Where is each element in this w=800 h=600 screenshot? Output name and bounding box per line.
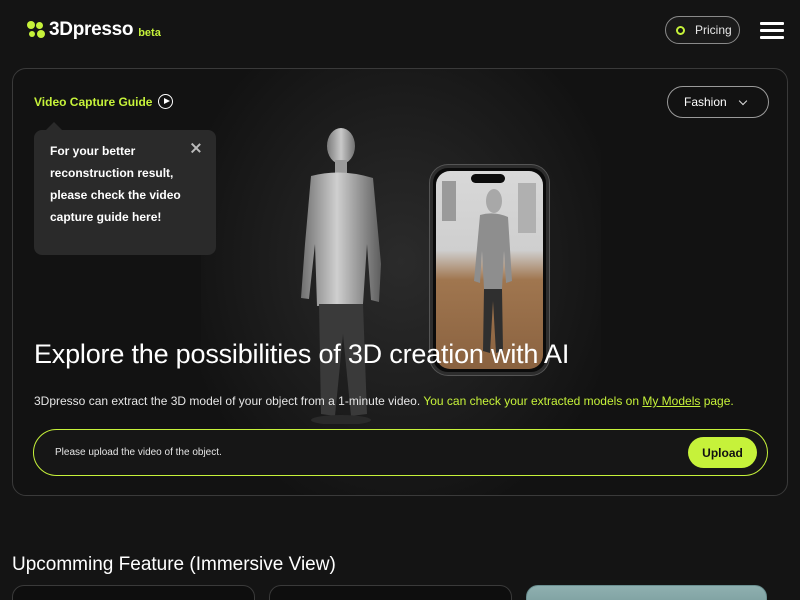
guide-link-label: Video Capture Guide [34, 94, 153, 109]
logo-name: 3Dpresso [49, 19, 134, 40]
mannequin-3d-model [301, 128, 381, 424]
upload-bar[interactable]: Please upload the video of the object. U… [33, 429, 768, 476]
upload-placeholder: Please upload the video of the object. [55, 447, 222, 458]
hero-title: Explore the possibilities of 3D creation… [34, 339, 570, 369]
hero-desc-suffix: page. [700, 394, 734, 408]
pricing-label: Pricing [695, 23, 732, 37]
capture-guide-tooltip: For your better reconstruction result, p… [34, 122, 216, 255]
phone-notch [471, 174, 505, 183]
hero-desc-text: 3Dpresso can extract the 3D model of you… [34, 394, 424, 408]
play-circle-icon [158, 94, 174, 109]
tooltip-text: For your better reconstruction result, p… [50, 144, 181, 224]
feature-card[interactable] [526, 585, 767, 600]
hero-description: 3Dpresso can extract the 3D model of you… [34, 394, 734, 408]
feature-card[interactable] [269, 585, 512, 600]
logo[interactable]: 3Dpresso beta [27, 19, 161, 41]
chevron-down-icon [738, 96, 748, 106]
pricing-dot-icon [676, 25, 685, 35]
feature-card[interactable] [12, 585, 255, 600]
hero-panel: Video Capture Guide For your better reco… [12, 68, 788, 496]
pricing-button[interactable]: Pricing [665, 16, 740, 44]
category-selected-value: Fashion [684, 95, 727, 109]
hero-desc-highlight: You can check your extracted models on [423, 394, 643, 408]
top-header: 3Dpresso beta Pricing [0, 0, 800, 60]
video-capture-guide-link[interactable]: Video Capture Guide [34, 94, 174, 109]
close-icon[interactable] [190, 142, 202, 154]
my-models-link[interactable]: My Models [642, 394, 700, 408]
upcoming-feature-title: Upcomming Feature (Immersive View) [12, 554, 336, 575]
upload-button[interactable]: Upload [688, 437, 757, 468]
logo-mark-icon [27, 21, 45, 39]
category-select[interactable]: Fashion [667, 86, 769, 118]
hamburger-icon[interactable] [760, 20, 784, 40]
beta-badge: beta [138, 26, 161, 39]
